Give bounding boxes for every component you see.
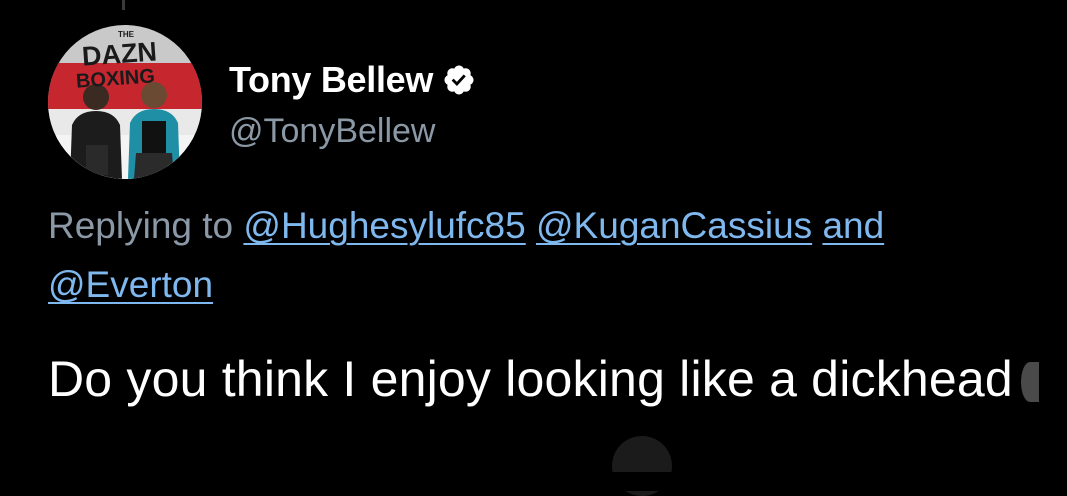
crop-edge: [0, 472, 1067, 491]
reply-mention-conjunction[interactable]: and: [822, 205, 884, 246]
author-names: Tony Bellew @TonyBellew: [229, 56, 476, 148]
reply-mention-everton[interactable]: @Everton: [48, 264, 213, 305]
avatar[interactable]: THE DAZN BOXING: [48, 25, 202, 179]
replying-to: Replying to @Hughesylufc85 @KuganCassius…: [48, 196, 1058, 314]
display-name-row: Tony Bellew: [229, 56, 476, 104]
reply-mention-hughesylufc85[interactable]: @Hughesylufc85: [243, 205, 525, 246]
tweet-body-text: Do you think I enjoy looking like a dick…: [48, 351, 1013, 407]
verified-badge-icon: [444, 65, 474, 95]
tweet-header: THE DAZN BOXING Tony Bellew @TonyBellew: [48, 24, 476, 180]
cutoff-emoji-icon: [1020, 362, 1039, 402]
tweet-text: Do you think I enjoy looking like a dick…: [48, 340, 1058, 418]
avatar-brand-sub: BOXING: [75, 65, 156, 93]
replying-prefix: Replying to: [48, 205, 234, 246]
handle[interactable]: @TonyBellew: [229, 114, 476, 148]
reply-mention-kugancassius[interactable]: @KuganCassius: [536, 205, 812, 246]
display-name[interactable]: Tony Bellew: [229, 62, 433, 98]
top-divider: [122, 0, 125, 10]
